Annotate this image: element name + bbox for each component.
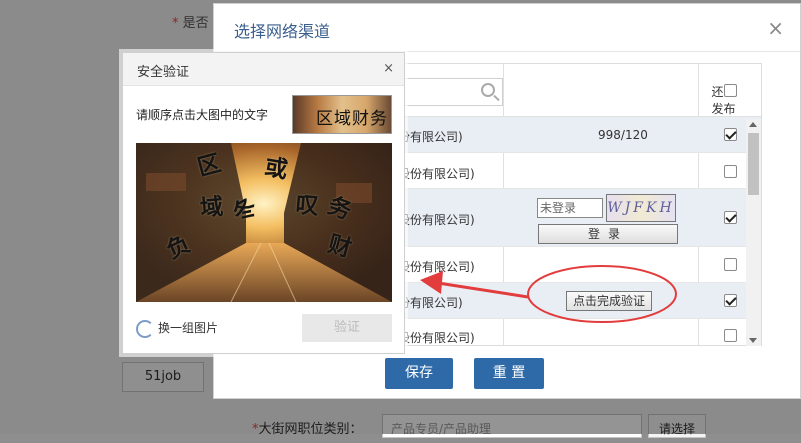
row-checkbox[interactable] — [724, 258, 737, 271]
row-checkbox[interactable] — [724, 294, 737, 307]
refresh-images-link[interactable]: 换一组图片 — [136, 319, 218, 338]
scroll-thumb[interactable] — [748, 133, 759, 195]
channel-name: 份有限公司) — [398, 130, 463, 144]
refresh-icon[interactable] — [136, 319, 154, 338]
scroll-up-icon[interactable] — [749, 122, 757, 127]
save-button[interactable]: 保存 — [385, 358, 453, 389]
row-checkbox[interactable] — [724, 128, 737, 141]
select-all-checkbox[interactable] — [724, 84, 737, 97]
row-checkbox[interactable] — [724, 329, 737, 342]
search-icon[interactable] — [481, 83, 495, 97]
security-verification-dialog: 安全验证 × 请顺序点击大图中的文字 区域财务 区 或 域 冬 叹 务 负 财 … — [122, 52, 405, 354]
security-dialog-header: 安全验证 × — [123, 53, 404, 86]
table-row[interactable]: 股份有限公司) — [398, 319, 761, 345]
row-checkbox[interactable] — [724, 165, 737, 178]
login-status-input[interactable]: 未登录 — [537, 198, 603, 218]
channel-name: 股份有限公司) — [398, 331, 475, 345]
table-row[interactable]: 份有限公司) 点击完成验证 — [398, 283, 761, 319]
captcha-glyph[interactable]: 叹 — [295, 185, 321, 221]
refresh-label: 换一组图片 — [158, 321, 219, 335]
complete-verification-button[interactable]: 点击完成验证 — [566, 291, 652, 311]
captcha-target-text: 区域财务 — [316, 109, 388, 129]
channel-name: 股份有限公司) — [398, 260, 475, 274]
channel-name: 份有限公司) — [398, 296, 463, 310]
channel-name: 股份有限公司) — [398, 167, 475, 181]
security-dialog-title: 安全验证 — [137, 65, 190, 80]
scroll-down-icon[interactable] — [749, 338, 757, 343]
channel-name: 股份有限公司) — [398, 213, 475, 227]
row-checkbox[interactable] — [724, 211, 737, 224]
login-button[interactable]: 登录 — [538, 224, 678, 244]
captcha-glyph[interactable]: 域 — [199, 187, 225, 223]
captcha-main-image[interactable]: 区 或 域 冬 叹 务 负 财 — [136, 143, 392, 302]
table-row[interactable]: 股份有限公司) 未登录 WJFKH 登录 — [398, 189, 761, 247]
channel-table: 还可发布职位数 份有限公司) 998/120 股份有限公司) 股份有限公司) 未… — [397, 63, 762, 346]
reset-button[interactable]: 重 置 — [474, 358, 544, 389]
table-row[interactable]: 股份有限公司) — [398, 153, 761, 189]
captcha-prompt: 请顺序点击大图中的文字 — [136, 108, 269, 122]
channel-dialog-header: 选择网络渠道 × — [214, 4, 800, 52]
verify-button[interactable]: 验证 — [302, 314, 392, 342]
search-input[interactable] — [398, 78, 503, 106]
close-icon[interactable]: × — [767, 16, 784, 40]
captcha-image[interactable]: WJFKH — [606, 194, 676, 222]
close-icon[interactable]: × — [383, 61, 394, 76]
table-row[interactable]: 份有限公司) 998/120 — [398, 117, 761, 153]
channel-table-header: 还可发布职位数 — [398, 64, 761, 150]
channel-count: 998/120 — [598, 128, 648, 142]
table-row[interactable]: 股份有限公司) — [398, 247, 761, 283]
table-scrollbar[interactable] — [746, 119, 761, 346]
captcha-target-image: 区域财务 — [292, 95, 392, 134]
channel-dialog-title: 选择网络渠道 — [234, 22, 331, 41]
